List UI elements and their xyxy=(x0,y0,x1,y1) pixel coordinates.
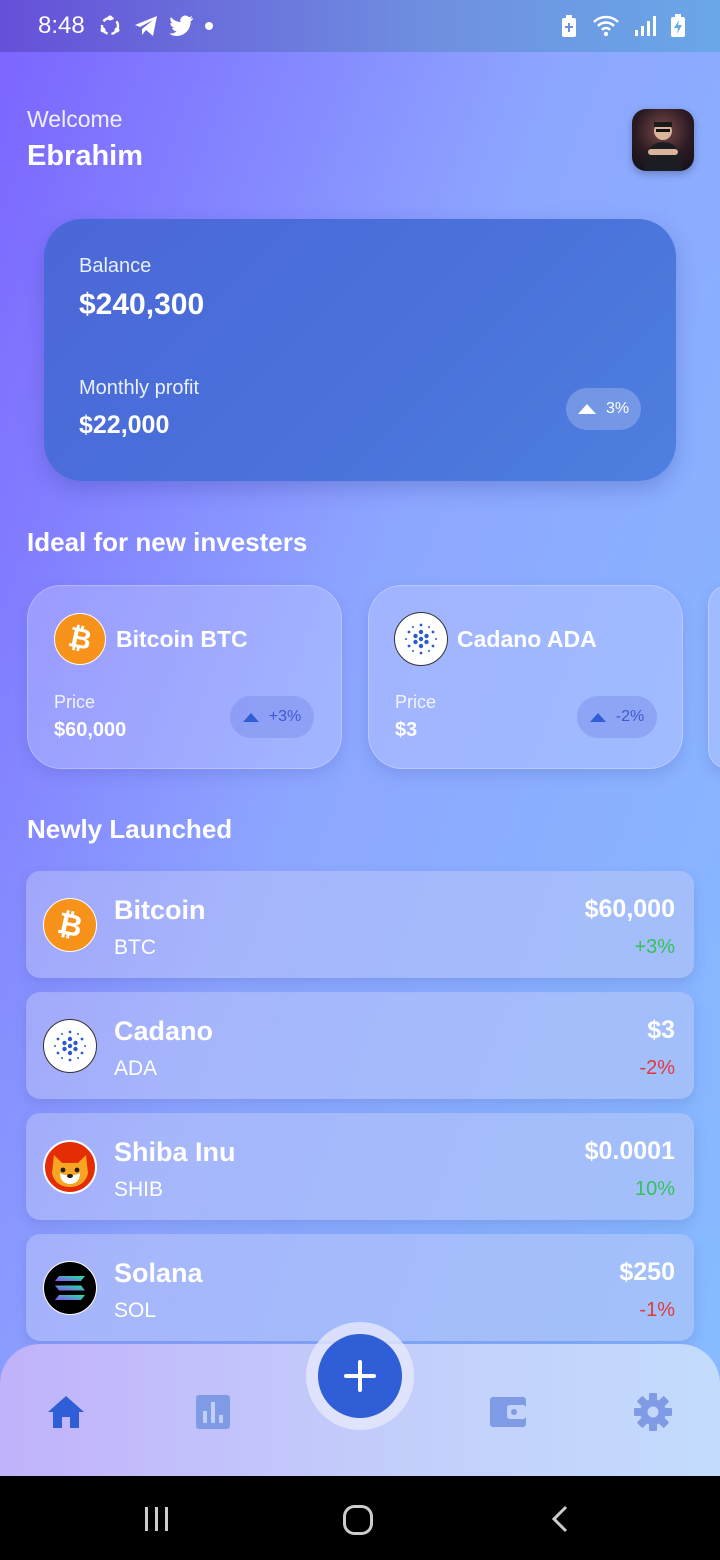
recent-apps-button[interactable] xyxy=(143,1505,171,1538)
ideal-card-name: Bitcoin BTC xyxy=(116,626,248,652)
ideal-card-change-badge: +3% xyxy=(230,696,314,738)
coin-symbol: ADA xyxy=(114,1057,158,1080)
bottom-navigation xyxy=(0,1322,720,1476)
wifi-icon xyxy=(593,15,619,37)
ideal-card-cardano[interactable]: Cadano ADA Price $3 -2% xyxy=(368,585,683,769)
new-section-title: Newly Launched xyxy=(27,814,233,844)
settings-icon xyxy=(634,1393,672,1431)
recent-apps-icon xyxy=(145,1507,168,1531)
ideal-card-change: +3% xyxy=(268,708,302,725)
back-icon xyxy=(551,1505,568,1533)
ideal-card-change-badge: -2% xyxy=(577,696,657,738)
ideal-section-title: Ideal for new investers xyxy=(27,527,308,557)
ideal-card-bitcoin[interactable]: ₿ Bitcoin BTC Price $60,000 +3% xyxy=(27,585,342,769)
system-navigation-bar xyxy=(0,1476,720,1560)
telegram-icon xyxy=(134,16,157,36)
solana-icon xyxy=(43,1261,97,1315)
status-notification-icons xyxy=(97,13,213,39)
balance-value: $240,300 xyxy=(79,288,205,321)
bitcoin-icon: ₿ xyxy=(43,898,97,952)
home-system-icon xyxy=(343,1505,373,1535)
ideal-card-partial[interactable] xyxy=(708,585,720,769)
coin-name: Shiba Inu xyxy=(114,1137,236,1167)
profit-change-text: 3% xyxy=(605,400,630,417)
coin-price: $60,000 xyxy=(584,895,675,923)
username-text: Ebrahim xyxy=(27,140,144,172)
coin-name: Bitcoin xyxy=(114,895,206,925)
profit-change-badge: 3% xyxy=(566,388,641,430)
coin-change: -1% xyxy=(639,1299,675,1321)
ideal-card-price: $3 xyxy=(395,719,418,741)
greeting-text: Welcome xyxy=(27,106,123,132)
signal-icon xyxy=(635,16,656,36)
avatar[interactable] xyxy=(632,109,694,171)
svg-text:₿: ₿ xyxy=(66,623,95,655)
battery-saver-icon xyxy=(562,15,576,37)
list-item-bitcoin[interactable]: ₿ Bitcoin BTC $60,000 +3% xyxy=(26,871,694,978)
coin-change: 10% xyxy=(634,1178,675,1200)
status-system-icons xyxy=(560,14,686,38)
nav-home[interactable] xyxy=(46,1392,86,1432)
add-icon xyxy=(344,1360,376,1392)
nav-wallet[interactable] xyxy=(488,1392,528,1432)
ideal-card-name: Cadano ADA xyxy=(457,626,597,652)
cardano-icon xyxy=(43,1019,97,1073)
coin-change: +3% xyxy=(634,936,675,958)
back-button[interactable] xyxy=(548,1505,572,1538)
more-notifications-dot xyxy=(204,22,213,30)
sync-icon xyxy=(100,15,120,36)
ideal-card-price-label: Price xyxy=(54,692,96,712)
avatar-photo xyxy=(644,122,682,171)
cardano-icon xyxy=(394,612,448,666)
monthly-profit-label: Monthly profit xyxy=(79,377,200,399)
nav-settings[interactable] xyxy=(633,1392,673,1432)
chart-icon xyxy=(196,1395,230,1429)
coin-name: Solana xyxy=(114,1258,203,1288)
triangle-up-icon xyxy=(589,712,606,722)
coin-symbol: SHIB xyxy=(114,1178,164,1201)
ideal-card-price-label: Price xyxy=(395,692,437,712)
svg-text:₿: ₿ xyxy=(55,908,86,942)
nav-stats[interactable] xyxy=(193,1392,233,1432)
list-item-cardano[interactable]: Cadano ADA $3 -2% xyxy=(26,992,694,1099)
triangle-up-icon xyxy=(577,404,596,414)
add-button-ring xyxy=(306,1322,414,1430)
status-bar: 8:48 xyxy=(0,0,720,52)
coin-price: $3 xyxy=(647,1016,675,1044)
bitcoin-icon: ₿ xyxy=(54,613,106,665)
coin-price: $250 xyxy=(619,1258,675,1286)
ideal-card-price: $60,000 xyxy=(54,719,127,741)
coin-change: -2% xyxy=(639,1057,675,1079)
status-time: 8:48 xyxy=(38,12,85,39)
list-item-shiba-inu[interactable]: Shiba Inu SHIB $0.0001 10% xyxy=(26,1113,694,1220)
coin-symbol: SOL xyxy=(114,1299,157,1322)
home-system-button[interactable] xyxy=(342,1504,374,1541)
wallet-icon xyxy=(490,1397,526,1427)
shiba-inu-icon xyxy=(43,1140,97,1194)
balance-card: Balance $240,300 Monthly profit $22,000 … xyxy=(44,219,676,481)
balance-label: Balance xyxy=(79,255,152,277)
battery-charging-icon xyxy=(671,14,685,37)
coin-price: $0.0001 xyxy=(584,1137,675,1165)
coin-symbol: BTC xyxy=(114,936,156,959)
home-icon xyxy=(48,1396,84,1428)
twitter-icon xyxy=(168,15,193,36)
monthly-profit-value: $22,000 xyxy=(79,411,170,439)
ideal-card-change: -2% xyxy=(615,708,645,725)
add-button[interactable] xyxy=(318,1334,402,1418)
coin-name: Cadano xyxy=(114,1016,214,1046)
triangle-up-icon xyxy=(242,712,259,722)
